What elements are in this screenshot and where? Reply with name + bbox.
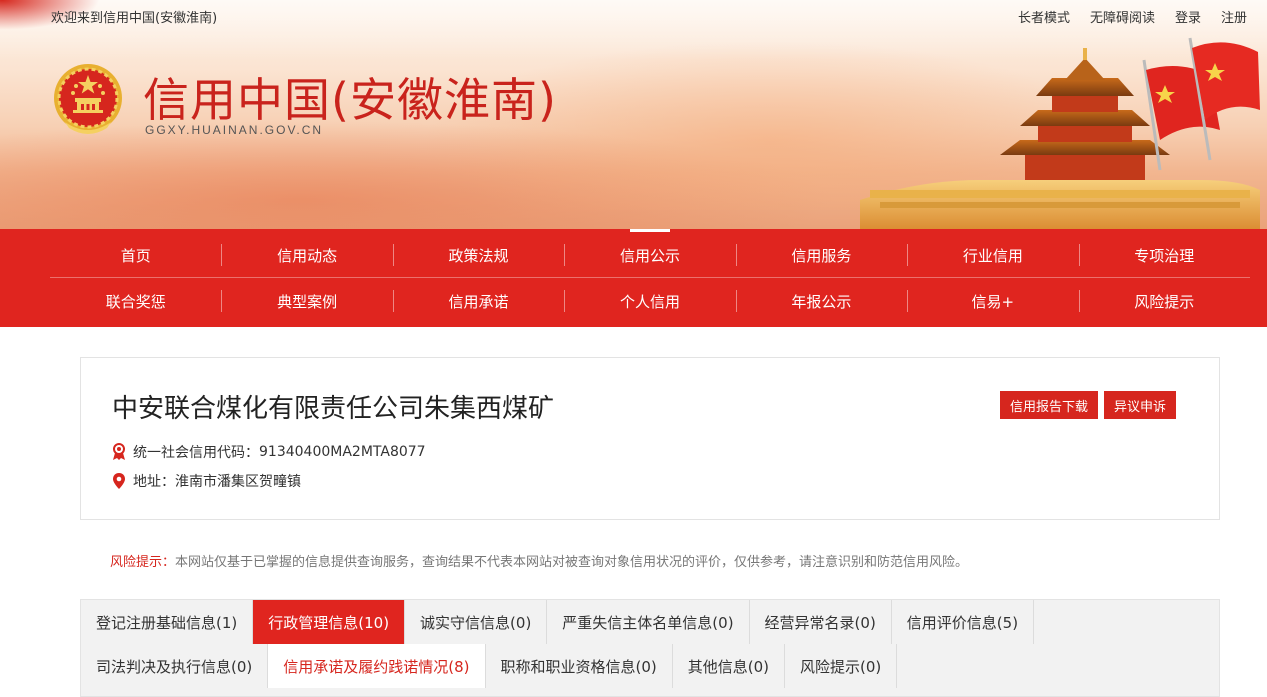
info-tabs: 登记注册基础信息(1) 行政管理信息(10) 诚实守信信息(0) 严重失信主体名… <box>80 599 1220 697</box>
main-navigation: 首页 信用动态 政策法规 信用公示 信用服务 行业信用 专项治理 联合奖惩 典型… <box>0 229 1267 327</box>
nav-item-industry-credit[interactable]: 行业信用 <box>907 233 1078 277</box>
elder-mode-link[interactable]: 长者模式 <box>1018 7 1070 26</box>
tab-administrative-info[interactable]: 行政管理信息(10) <box>253 600 406 644</box>
nav-item-typical-cases[interactable]: 典型案例 <box>221 279 392 324</box>
nav-item-credit-commitment[interactable]: 信用承诺 <box>392 279 564 324</box>
tab-other-info[interactable]: 其他信息(0) <box>672 644 785 688</box>
nav-item-joint-rewards[interactable]: 联合奖惩 <box>50 279 221 324</box>
login-link[interactable]: 登录 <box>1175 7 1201 26</box>
temple-of-heaven-illustration <box>860 37 1260 229</box>
nav-item-credit-easy[interactable]: 信易+ <box>907 279 1078 324</box>
site-title[interactable]: 信用中国(安徽淮南) <box>143 64 557 130</box>
nav-item-personal-credit[interactable]: 个人信用 <box>564 279 735 324</box>
location-pin-icon <box>113 473 125 489</box>
address-value: 淮南市潘集区贺疃镇 <box>175 474 301 490</box>
risk-notice-text: 本网站仅基于已掌握的信息提供查询服务，查询结果不代表本网站对被查询对象信用状况的… <box>175 555 969 570</box>
credit-code-value: 91340400MA2MTA8077 <box>259 444 426 460</box>
tab-row: 登记注册基础信息(1) 行政管理信息(10) 诚实守信信息(0) 严重失信主体名… <box>81 600 1035 644</box>
nav-item-credit-publicity[interactable]: 信用公示 <box>564 229 735 277</box>
header-banner: 欢迎来到信用中国(安徽淮南) 长者模式 无障碍阅读 登录 注册 信用中国(安徽淮… <box>0 0 1267 229</box>
tab-honesty-info[interactable]: 诚实守信信息(0) <box>405 600 548 644</box>
welcome-text: 欢迎来到信用中国(安徽淮南) <box>51 11 218 26</box>
national-emblem-icon <box>54 64 122 134</box>
credit-code-row: 统一社会信用代码： 91340400MA2MTA8077 <box>111 442 426 462</box>
company-card: 中安联合煤化有限责任公司朱集西煤矿 信用报告下载 异议申诉 统一社会信用代码： … <box>80 357 1220 520</box>
company-name: 中安联合煤化有限责任公司朱集西煤矿 <box>112 394 555 424</box>
address-label: 地址： <box>133 474 175 490</box>
risk-notice: 风险提示：本网站仅基于已掌握的信息提供查询服务，查询结果不代表本网站对被查询对象… <box>110 551 968 570</box>
nav-item-credit-services[interactable]: 信用服务 <box>735 233 907 277</box>
nav-item-risk-warning[interactable]: 风险提示 <box>1078 279 1250 324</box>
nav-item-policies[interactable]: 政策法规 <box>392 233 564 277</box>
site-domain: GGXY.HUAINAN.GOV.CN <box>145 123 324 137</box>
address-row: 地址： 淮南市潘集区贺疃镇 <box>111 471 301 491</box>
tab-credit-evaluation[interactable]: 信用评价信息(5) <box>891 600 1035 644</box>
nav-item-home[interactable]: 首页 <box>50 233 221 277</box>
tab-qualification-info[interactable]: 职称和职业资格信息(0) <box>485 644 673 688</box>
nav-item-special-governance[interactable]: 专项治理 <box>1078 233 1250 277</box>
nav-item-annual-report[interactable]: 年报公示 <box>735 279 907 324</box>
credit-code-label: 统一社会信用代码： <box>133 445 259 461</box>
tab-risk-warning[interactable]: 风险提示(0) <box>785 644 898 688</box>
tab-serious-dishonesty-list[interactable]: 严重失信主体名单信息(0) <box>547 600 750 644</box>
accessibility-link[interactable]: 无障碍阅读 <box>1090 7 1155 26</box>
tab-row: 司法判决及执行信息(0) 信用承诺及履约践诺情况(8) 职称和职业资格信息(0)… <box>81 644 898 688</box>
top-bar: 欢迎来到信用中国(安徽淮南) 长者模式 无障碍阅读 登录 注册 <box>0 0 1267 30</box>
tab-judicial-info[interactable]: 司法判决及执行信息(0) <box>81 644 269 688</box>
register-link[interactable]: 注册 <box>1221 7 1247 26</box>
tab-credit-commitment[interactable]: 信用承诺及履约践诺情况(8) <box>268 644 486 688</box>
download-report-button[interactable]: 信用报告下载 <box>999 391 1098 419</box>
appeal-button[interactable]: 异议申诉 <box>1103 391 1176 419</box>
nav-row: 联合奖惩 典型案例 信用承诺 个人信用 年报公示 信易+ 风险提示 <box>50 279 1250 324</box>
credit-badge-icon <box>113 443 125 460</box>
company-actions: 信用报告下载 异议申诉 <box>999 391 1176 419</box>
nav-item-credit-news[interactable]: 信用动态 <box>221 233 392 277</box>
tab-abnormal-operation[interactable]: 经营异常名录(0) <box>749 600 892 644</box>
nav-row: 首页 信用动态 政策法规 信用公示 信用服务 行业信用 专项治理 <box>50 229 1250 278</box>
risk-notice-label: 风险提示： <box>110 555 176 570</box>
tab-registration-info[interactable]: 登记注册基础信息(1) <box>81 600 254 644</box>
top-links: 长者模式 无障碍阅读 登录 注册 <box>998 7 1247 26</box>
